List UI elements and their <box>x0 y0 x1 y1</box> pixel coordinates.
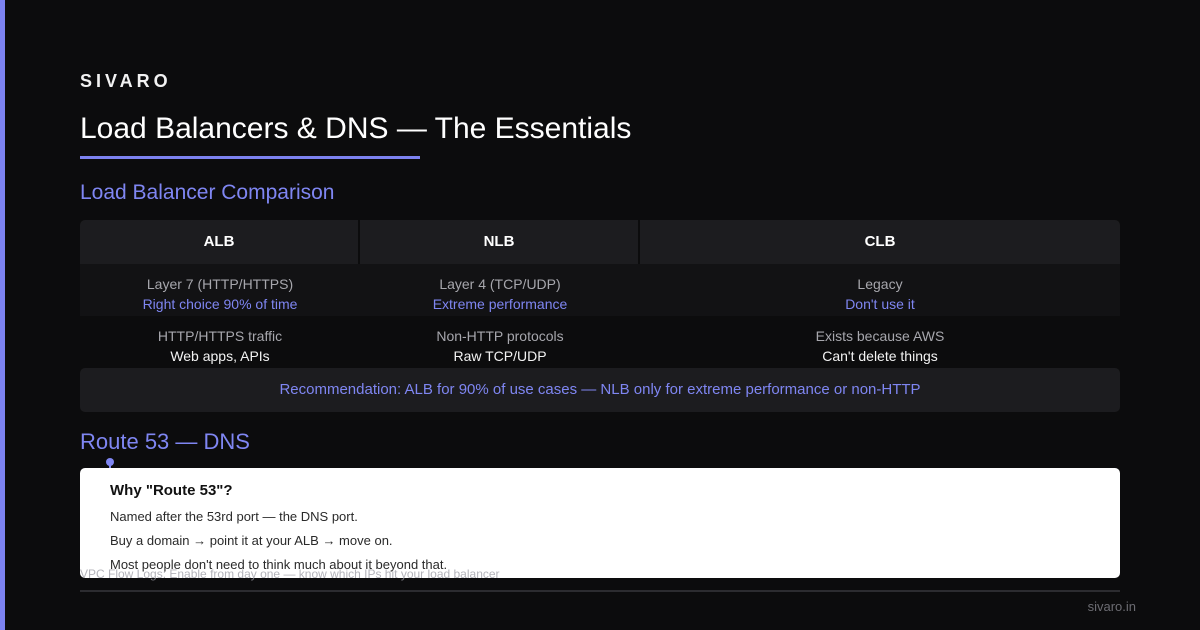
table-cell: Non-HTTP protocols Raw TCP/UDP <box>360 316 640 368</box>
cell-primary-text: Layer 7 (HTTP/HTTPS) <box>146 276 294 292</box>
left-accent-bar <box>0 0 5 630</box>
footnote: VPC Flow Logs: Enable from day one — kno… <box>80 567 500 581</box>
table-cell: Layer 7 (HTTP/HTTPS) Right choice 90% of… <box>80 264 360 316</box>
cell-secondary-text: Can't delete things <box>822 348 938 364</box>
cell-primary-text: Exists because AWS <box>815 328 945 344</box>
footer-brand: sivaro.in <box>1087 599 1136 614</box>
table-header-row: ALB NLB CLB <box>80 220 1120 264</box>
title-underline <box>80 156 420 159</box>
recommendation-banner: Recommendation: ALB for 90% of use cases… <box>80 368 1120 412</box>
cell-primary-text: HTTP/HTTPS traffic <box>157 328 283 344</box>
card-line: Buy a domain → point it at your ALB → mo… <box>110 533 393 548</box>
section-heading-load-balancer: Load Balancer Comparison <box>80 181 335 204</box>
table-cell: Layer 4 (TCP/UDP) Extreme performance <box>360 264 640 316</box>
cell-primary-text: Layer 4 (TCP/UDP) <box>439 276 561 292</box>
cell-secondary-text: Extreme performance <box>432 296 568 312</box>
brand-logo: SIVARO <box>80 71 172 91</box>
cell-secondary-text: Don't use it <box>845 296 915 312</box>
table-cell: Legacy Don't use it <box>640 264 1120 316</box>
route53-info-card: Why "Route 53"? Named after the 53rd por… <box>80 468 1120 578</box>
cell-secondary-text: Raw TCP/UDP <box>453 348 547 364</box>
column-header-clb: CLB <box>640 220 1120 264</box>
card-title: Why "Route 53"? <box>110 482 233 499</box>
cell-secondary-text: Web apps, APIs <box>170 348 270 364</box>
cell-secondary-text: Right choice 90% of time <box>142 296 298 312</box>
card-line: Named after the 53rd port — the DNS port… <box>110 509 358 524</box>
table-row: Layer 7 (HTTP/HTTPS) Right choice 90% of… <box>80 264 1120 316</box>
cell-primary-text: Non-HTTP protocols <box>436 328 564 344</box>
column-header-alb: ALB <box>80 220 360 264</box>
cell-primary-text: Legacy <box>857 276 903 292</box>
table-cell: Exists because AWS Can't delete things <box>640 316 1120 368</box>
footer-divider <box>80 590 1120 592</box>
section-heading-dns: Route 53 — DNS <box>80 429 250 454</box>
load-balancer-table: ALB NLB CLB Layer 7 (HTTP/HTTPS) Right c… <box>80 220 1120 368</box>
column-header-nlb: NLB <box>360 220 640 264</box>
table-cell: HTTP/HTTPS traffic Web apps, APIs <box>80 316 360 368</box>
table-row: HTTP/HTTPS traffic Web apps, APIs Non-HT… <box>80 316 1120 368</box>
page-title: Load Balancers & DNS — The Essentials <box>80 112 632 145</box>
